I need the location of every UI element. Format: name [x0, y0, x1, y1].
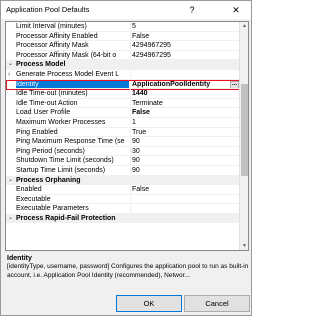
property-row[interactable]: Processor Affinity Enabled False — [6, 31, 240, 42]
property-value[interactable]: 30 — [130, 146, 240, 157]
property-name: Ping Enabled — [16, 128, 129, 138]
property-value-text: False — [132, 32, 150, 40]
close-button[interactable]: ✕ — [225, 2, 247, 18]
ok-button[interactable]: OK — [116, 295, 182, 312]
description-title: Identity — [7, 255, 32, 262]
property-value[interactable]: 90 — [130, 156, 240, 166]
property-name: Maximum Worker Processes — [16, 118, 129, 128]
property-value-text: False — [132, 186, 150, 194]
property-value-text: 4294967295 — [132, 42, 171, 50]
property-row[interactable]: Idle Time-out Action Terminate — [6, 98, 240, 109]
category-row[interactable]: ⌄ Process Rapid-Fail Protection — [6, 213, 240, 224]
window-title: Application Pool Defaults — [6, 5, 90, 14]
property-value-text: 90 — [132, 166, 140, 174]
property-value[interactable]: False — [130, 185, 240, 195]
property-list: Limit Interval (minutes) 5 Processor Affin… — [6, 22, 242, 224]
property-name: Enabled — [16, 185, 129, 195]
property-value-text: False — [132, 109, 150, 117]
property-row[interactable]: Idle Time-out (minutes) 1440 — [6, 89, 240, 99]
property-row[interactable]: Executable Parameters — [6, 204, 240, 214]
property-name: Identity — [16, 79, 129, 90]
property-name: Idle Time-out (minutes) — [16, 89, 129, 99]
property-value-text: 90 — [132, 138, 140, 146]
property-value-text: 90 — [132, 157, 140, 165]
application-pool-defaults-dialog: Application Pool Defaults ? ✕ Limit Inte… — [0, 0, 252, 316]
property-name: Ping Maximum Response Time (se — [16, 137, 129, 147]
property-name: Startup Time Limit (seconds) — [16, 166, 129, 176]
category-label: Process Rapid-Fail Protection — [16, 214, 116, 222]
title-bar: Application Pool Defaults ? ✕ — [1, 1, 251, 19]
property-value[interactable] — [130, 204, 240, 214]
category-row[interactable]: ⌄ Process Model — [6, 60, 240, 70]
property-value[interactable]: 1 — [130, 117, 240, 128]
property-value[interactable]: 4294967295 — [130, 50, 240, 61]
property-value-text: Terminate — [132, 99, 163, 107]
help-button[interactable]: ? — [181, 2, 203, 18]
property-row[interactable]: › Generate Process Model Event L — [6, 69, 240, 80]
property-value[interactable]: 90 — [130, 137, 240, 147]
property-name: Generate Process Model Event L — [16, 70, 129, 80]
property-value-text: 1 — [132, 118, 136, 126]
property-value[interactable]: False — [130, 108, 240, 118]
property-name: Ping Period (seconds) — [16, 147, 129, 157]
property-value-text: 5 — [132, 23, 136, 30]
property-value[interactable]: 4294967295 — [130, 41, 240, 51]
property-row[interactable]: Load User Profile False — [6, 108, 240, 118]
property-row[interactable]: Ping Maximum Response Time (se 90 — [6, 137, 240, 147]
property-value[interactable]: ApplicationPoolIdentity... — [130, 79, 240, 90]
collapse-chevron-icon[interactable]: ⌄ — [8, 176, 13, 186]
property-row[interactable]: Ping Enabled True — [6, 127, 240, 138]
property-name: Shutdown Time Limit (seconds) — [16, 156, 129, 166]
category-label: Process Model — [16, 61, 66, 69]
property-value[interactable]: 5 — [130, 22, 240, 32]
property-value[interactable]: True — [130, 127, 240, 138]
property-value-text: True — [132, 128, 147, 136]
property-row[interactable]: Processor Affinity Mask 4294967295 — [6, 41, 240, 51]
description-text: [identityType, username, password] Confi… — [7, 263, 249, 279]
property-name: Executable — [16, 195, 129, 205]
scroll-down-arrow-icon[interactable]: ▼ — [241, 242, 248, 250]
property-value[interactable] — [130, 69, 240, 80]
property-name: Processor Affinity Mask — [16, 41, 129, 51]
property-value-text: 4294967295 — [132, 51, 171, 59]
category-row[interactable]: ⌄ Process Orphaning — [6, 175, 240, 186]
description-panel: Identity [identityType, username, passwo… — [5, 254, 249, 292]
property-value[interactable]: 90 — [130, 165, 240, 176]
scrollbar-thumb[interactable] — [241, 84, 248, 176]
property-row[interactable]: Maximum Worker Processes 1 — [6, 117, 240, 128]
property-grid[interactable]: Limit Interval (minutes) 5 Processor Affin… — [5, 21, 249, 251]
property-value[interactable]: 1440 — [130, 89, 240, 99]
property-row[interactable]: Shutdown Time Limit (seconds) 90 — [6, 156, 240, 166]
cancel-button[interactable]: Cancel — [184, 295, 250, 312]
property-row[interactable]: Ping Period (seconds) 30 — [6, 146, 240, 157]
property-row[interactable]: Startup Time Limit (seconds) 90 — [6, 165, 240, 176]
property-row[interactable]: Executable — [6, 194, 240, 205]
property-value-text: 1440 — [132, 90, 148, 98]
vertical-scrollbar[interactable]: ▲ ▼ — [239, 22, 248, 250]
property-name: Load User Profile — [16, 108, 129, 118]
property-value-text: ApplicationPoolIdentity — [132, 80, 211, 88]
property-name: Processor Affinity Enabled — [16, 32, 129, 42]
ellipsis-button[interactable]: ... — [230, 80, 239, 89]
scroll-up-arrow-icon[interactable]: ▲ — [241, 22, 248, 30]
property-value[interactable]: Terminate — [130, 98, 240, 109]
property-name: Limit Interval (minutes) — [16, 22, 129, 32]
property-value-text: 30 — [132, 147, 140, 155]
property-row-selected[interactable]: Identity ApplicationPoolIdentity... — [6, 79, 242, 90]
property-value[interactable]: False — [130, 31, 240, 42]
property-row[interactable]: Processor Affinity Mask (64-bit o 4294967… — [6, 50, 240, 61]
property-row[interactable]: Limit Interval (minutes) 5 — [6, 22, 240, 32]
collapse-chevron-icon[interactable]: ⌄ — [8, 60, 13, 70]
property-row[interactable]: Enabled False — [6, 185, 240, 195]
property-name: Executable Parameters — [16, 204, 129, 214]
property-value[interactable] — [130, 194, 240, 205]
property-name: Idle Time-out Action — [16, 99, 129, 109]
category-label: Process Orphaning — [16, 176, 81, 184]
property-name: Processor Affinity Mask (64-bit o — [16, 51, 129, 61]
expand-arrow-icon[interactable]: › — [8, 70, 10, 80]
collapse-chevron-icon[interactable]: ⌄ — [8, 214, 13, 224]
